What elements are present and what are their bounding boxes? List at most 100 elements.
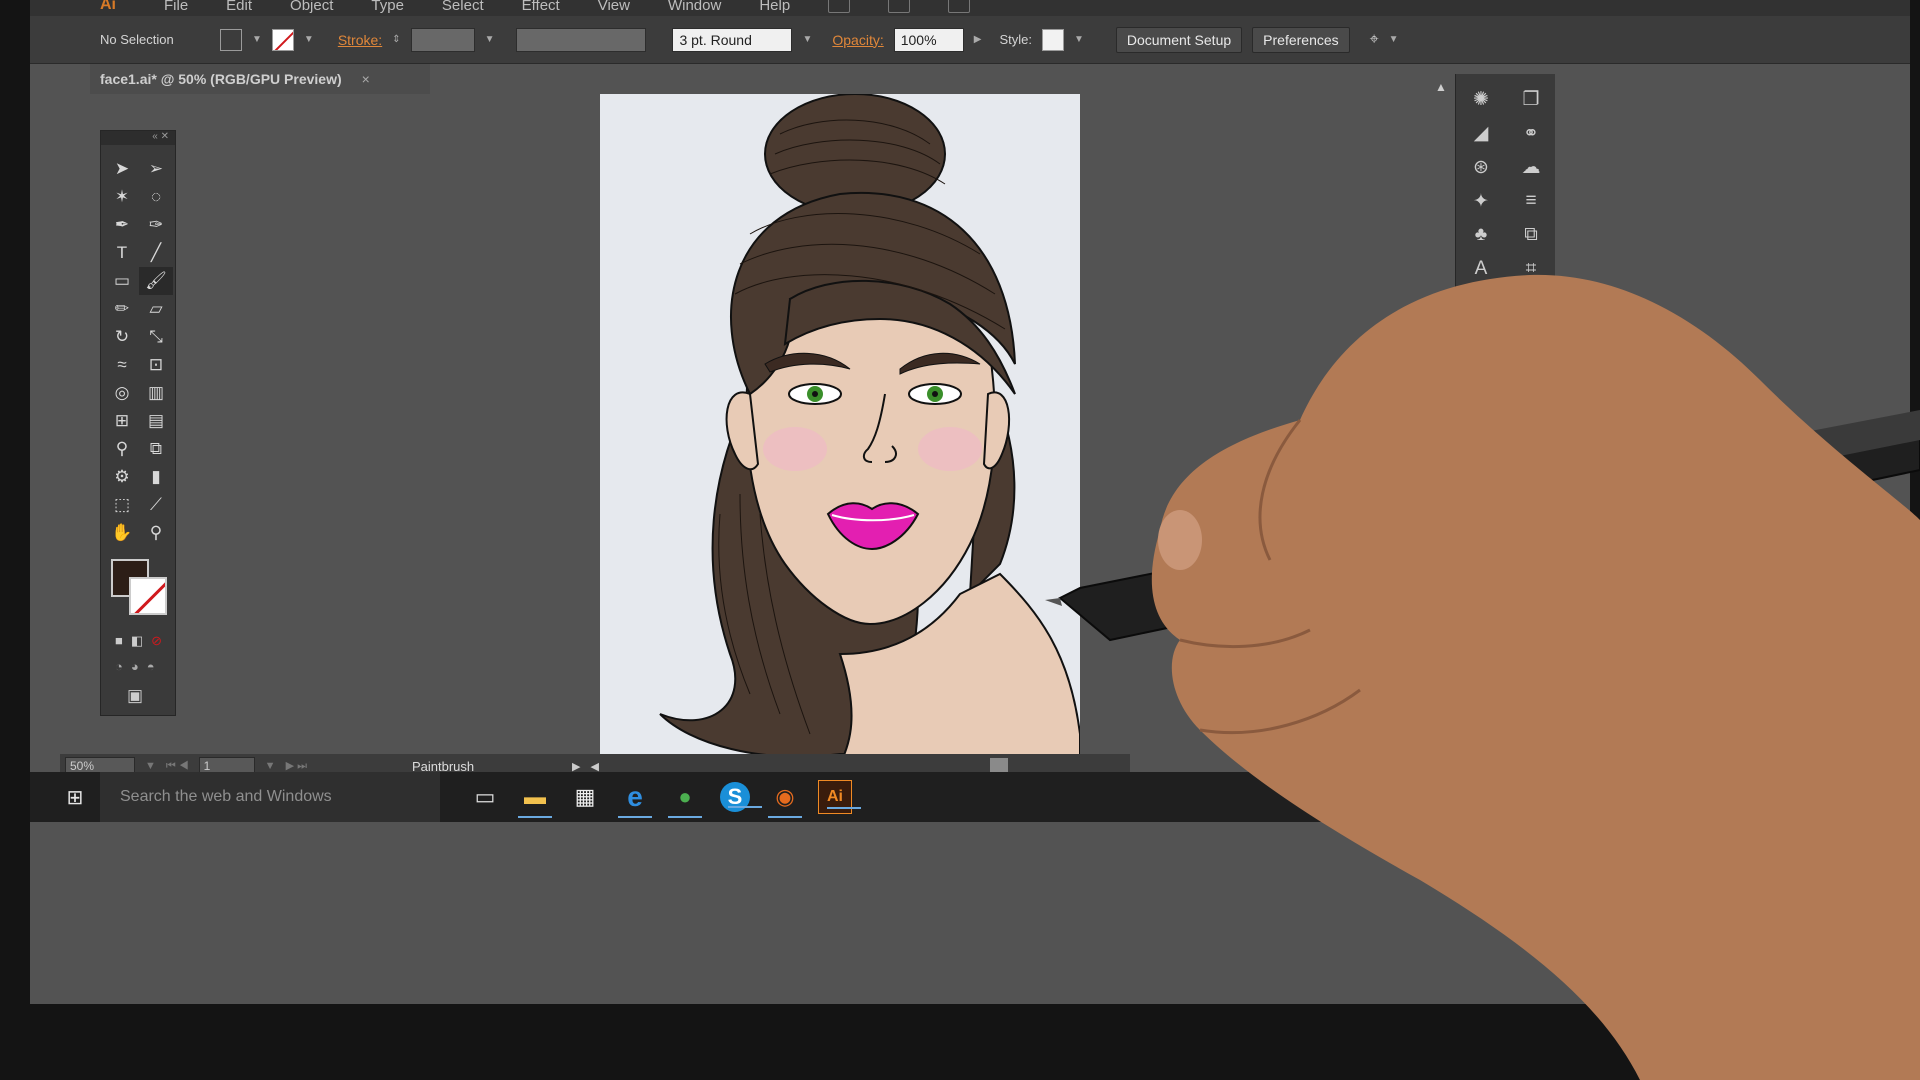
shape-builder-tool-icon[interactable]: ◎ [105,379,139,407]
menu-edit[interactable]: Edit [226,0,252,14]
opentype-panel-icon[interactable]: A [1506,286,1556,320]
draw-behind-icon[interactable]: ◕ [131,659,139,674]
none-mode-icon[interactable]: ⊘ [151,633,162,649]
file-explorer-icon[interactable]: ▬ [510,772,560,822]
chevron-down-icon[interactable]: ▼ [145,760,156,772]
menu-effect[interactable]: Effect [522,0,560,14]
chevron-right-icon[interactable]: ▶ [572,760,580,773]
eraser-tool-icon[interactable]: ▱ [139,295,173,323]
paintbrush-tool-icon[interactable]: 🖌 [139,267,173,295]
close-icon[interactable]: × [362,71,370,87]
selection-tool-icon[interactable]: ➤ [105,155,139,183]
rectangle-tool-icon[interactable]: ▭ [105,267,139,295]
stroke-stepper-icon[interactable]: ⇕ [392,34,400,45]
curvature-tool-icon[interactable]: ✑ [139,211,173,239]
perspective-grid-tool-icon[interactable]: ▥ [139,379,173,407]
color-guide-icon[interactable]: ◢ [1456,116,1506,150]
edge-icon[interactable]: e [610,772,660,822]
first-artboard-icon[interactable]: ⏮ ◀ [166,760,189,773]
tools-panel-header[interactable]: « ✕ [101,131,175,145]
menu-window[interactable]: Window [668,0,721,14]
eyedropper-tool-icon[interactable]: ⚲ [105,435,139,463]
stroke-label[interactable]: Stroke: [338,32,382,48]
pen-tool-icon[interactable]: ✒ [105,211,139,239]
illustrator-icon[interactable]: Ai [818,780,861,814]
warp-tool-icon[interactable]: ≈ [105,351,139,379]
stroke-weight-field[interactable] [410,27,475,52]
fill-swatch[interactable] [220,28,242,51]
brushes-panel-icon[interactable]: ✦ [1456,184,1506,218]
last-artboard-icon[interactable]: ▶ ⏭ [286,759,307,773]
preferences-button[interactable]: Preferences [1252,26,1350,53]
chevron-down-icon[interactable]: ▼ [802,34,812,45]
artboards-panel-icon[interactable]: ⌗ [1506,252,1556,286]
type-tool-icon[interactable]: T [105,239,139,267]
transform-panel-icon[interactable]: ⧉ [1506,218,1556,252]
task-view-icon[interactable]: ▭ [460,772,510,822]
slice-tool-icon[interactable]: ⟋ [139,491,173,519]
links-panel-icon[interactable]: ⚭ [1506,116,1556,150]
chevron-down-icon[interactable]: ▼ [1074,34,1084,45]
symbol-sprayer-tool-icon[interactable]: ⚙ [105,463,139,491]
column-graph-tool-icon[interactable]: ▮ [139,463,173,491]
symbols-panel-icon[interactable]: ♣ [1456,218,1506,252]
bridge-icon[interactable] [828,0,851,13]
stock-icon[interactable] [888,0,911,13]
chevron-down-icon[interactable]: ▼ [485,34,495,45]
color-panel-icon[interactable]: ✺ [1456,82,1506,116]
character-panel-icon[interactable]: A [1456,252,1506,286]
document-tab[interactable]: face1.ai* @ 50% (RGB/GPU Preview) × [90,64,430,94]
menu-select[interactable]: Select [442,0,484,14]
libraries-panel-icon[interactable]: ☁ [1506,150,1556,184]
gradient-tool-icon[interactable]: ▤ [139,407,173,435]
zoom-tool-icon[interactable]: ⚲ [139,519,173,547]
media-app-icon[interactable]: ● [660,772,710,822]
chevron-right-icon[interactable]: ▶ [974,34,982,45]
color-mode-icon[interactable]: ■ [115,633,123,649]
free-transform-tool-icon[interactable]: ⊡ [139,351,173,379]
gradient-mode-icon[interactable]: ◧ [131,633,143,649]
align-options-icon[interactable]: ⌖ [1370,31,1379,49]
scale-tool-icon[interactable]: ⤡ [139,323,173,351]
screen-mode-icon[interactable]: ▣ [101,674,175,706]
document-setup-button[interactable]: Document Setup [1115,26,1243,53]
style-swatch[interactable] [1041,28,1064,51]
line-tool-icon[interactable]: ╱ [139,239,173,267]
chevron-down-icon[interactable]: ▼ [1389,34,1399,45]
brush-definition-field[interactable]: 3 pt. Round [672,27,793,52]
draw-normal-icon[interactable]: ◔ [115,659,123,674]
skype-icon[interactable]: S [720,782,762,812]
system-clock[interactable]: PM 2016 [1850,772,1910,822]
menu-view[interactable]: View [598,0,630,14]
menu-type[interactable]: Type [371,0,404,14]
firefox-icon[interactable]: ◉ [760,772,810,822]
lasso-tool-icon[interactable]: ◌ [139,183,173,211]
windows-start-icon[interactable]: ⊞ [50,772,100,822]
rotate-tool-icon[interactable]: ↻ [105,323,139,351]
hand-tool-icon[interactable]: ✋ [105,519,139,547]
store-icon[interactable]: ▦ [560,772,610,822]
draw-inside-icon[interactable]: ◓ [147,659,155,674]
blend-tool-icon[interactable]: ⧉ [139,435,173,463]
menu-help[interactable]: Help [759,0,790,14]
magic-wand-tool-icon[interactable]: ✶ [105,183,139,211]
menu-object[interactable]: Object [290,0,333,14]
stroke-swatch[interactable] [271,28,294,51]
artboard-tool-icon[interactable]: ⬚ [105,491,139,519]
variable-width-profile[interactable] [516,27,647,52]
stroke-color-swatch[interactable] [129,577,167,615]
layers-panel-icon[interactable]: ❐ [1506,82,1556,116]
chevron-down-icon[interactable]: ▼ [265,760,276,772]
menu-file[interactable]: File [164,0,188,14]
artboard[interactable] [600,94,1080,764]
arrange-documents-icon[interactable] [948,0,971,13]
chevron-down-icon[interactable]: ▼ [304,34,314,45]
direct-selection-tool-icon[interactable]: ➢ [139,155,173,183]
mesh-tool-icon[interactable]: ⊞ [105,407,139,435]
opacity-field[interactable]: 100% [893,27,964,52]
stroke-panel-icon[interactable]: ≡ [1506,184,1556,218]
chevron-down-icon[interactable]: ▼ [252,34,262,45]
paragraph-panel-icon[interactable]: ¶ [1456,286,1506,320]
pencil-tool-icon[interactable]: ✏ [105,295,139,323]
scroll-up-arrow-icon[interactable]: ▲ [1435,80,1447,94]
